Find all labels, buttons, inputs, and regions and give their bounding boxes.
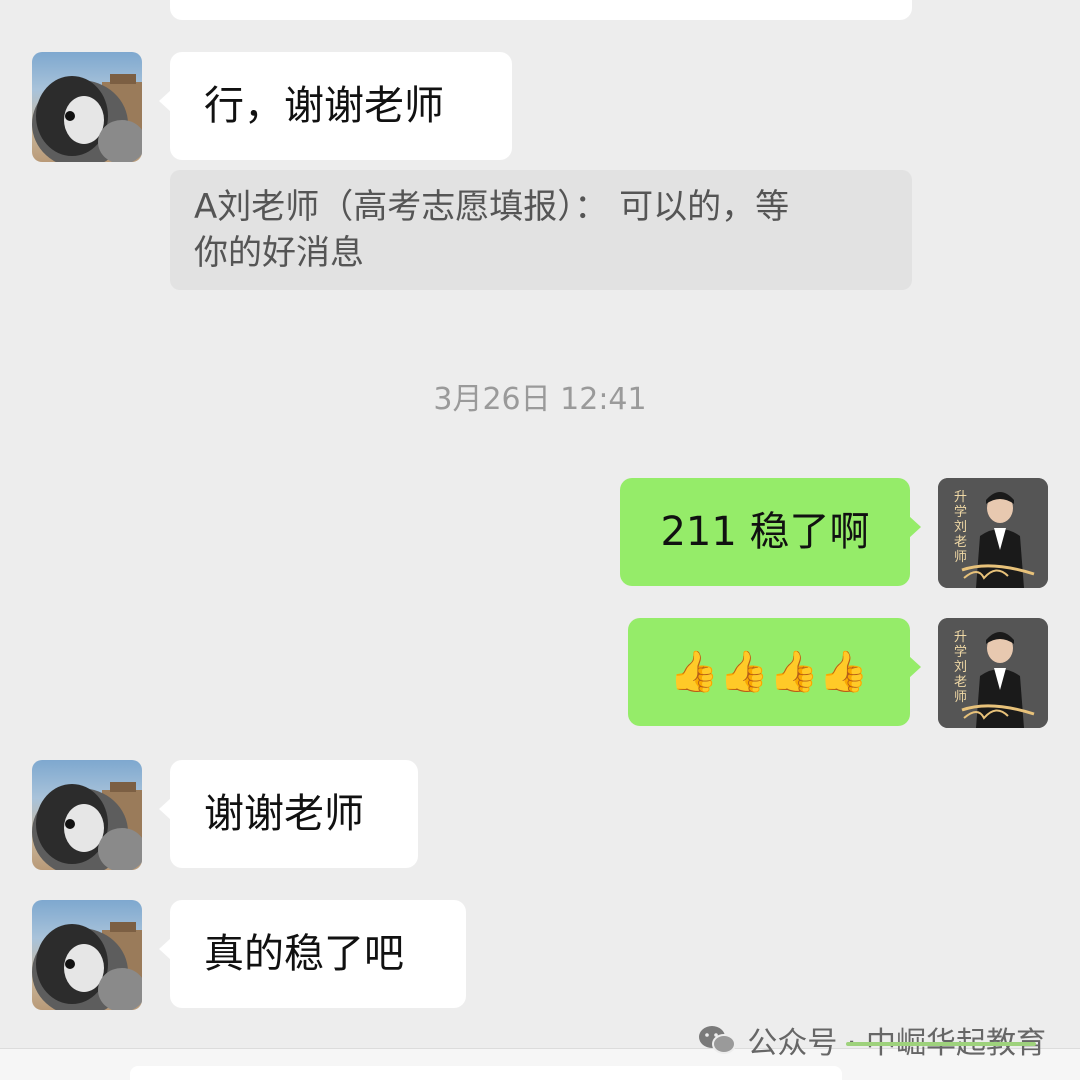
watermark: 公众号 · 中崛华起教育	[697, 1018, 1046, 1062]
message-text: 行，谢谢老师	[204, 83, 444, 129]
watermark-text: 公众号 · 中崛华起教育	[747, 1026, 1046, 1061]
quote-text-line-2: 你的好消息	[194, 233, 364, 273]
teacher-avatar-caption: 升学刘老师	[954, 630, 968, 705]
student-avatar[interactable]	[32, 760, 142, 870]
message-bubble[interactable]: 行，谢谢老师	[159, 52, 512, 160]
quoted-message[interactable]: A刘老师（高考志愿填报）： 可以的，等 你的好消息	[170, 170, 912, 290]
message-text: 谢谢老师	[204, 791, 364, 837]
message-bubble[interactable]: 谢谢老师	[159, 760, 418, 868]
message-bubble-outgoing[interactable]: 211 稳了啊	[620, 478, 921, 586]
message-text: 211 稳了啊	[660, 509, 870, 555]
watermark-underline	[846, 1042, 1036, 1046]
message-timestamp: 3月26日 12:41	[433, 382, 647, 417]
penguin-avatar-image	[32, 782, 142, 870]
message-text: 真的稳了吧	[204, 931, 404, 977]
teacher-avatar[interactable]: 升学刘老师	[938, 478, 1048, 588]
penguin-avatar-image	[32, 74, 142, 162]
quote-text-line-1: A刘老师（高考志愿填报）： 可以的，等	[194, 187, 790, 227]
thumbs-up-emoji-message: 👍👍👍👍	[669, 649, 869, 695]
message-input[interactable]	[130, 1066, 842, 1080]
message-bubble[interactable]: 真的稳了吧	[159, 900, 466, 1008]
teacher-avatar[interactable]: 升学刘老师	[938, 618, 1048, 728]
penguin-avatar-image	[32, 922, 142, 1010]
previous-message-bubble[interactable]	[170, 0, 912, 20]
wechat-icon	[699, 1026, 737, 1054]
teacher-avatar-caption: 升学刘老师	[954, 490, 968, 565]
student-avatar[interactable]	[32, 900, 142, 1010]
student-avatar[interactable]	[32, 52, 142, 162]
message-bubble-outgoing[interactable]: 👍👍👍👍	[628, 618, 921, 726]
